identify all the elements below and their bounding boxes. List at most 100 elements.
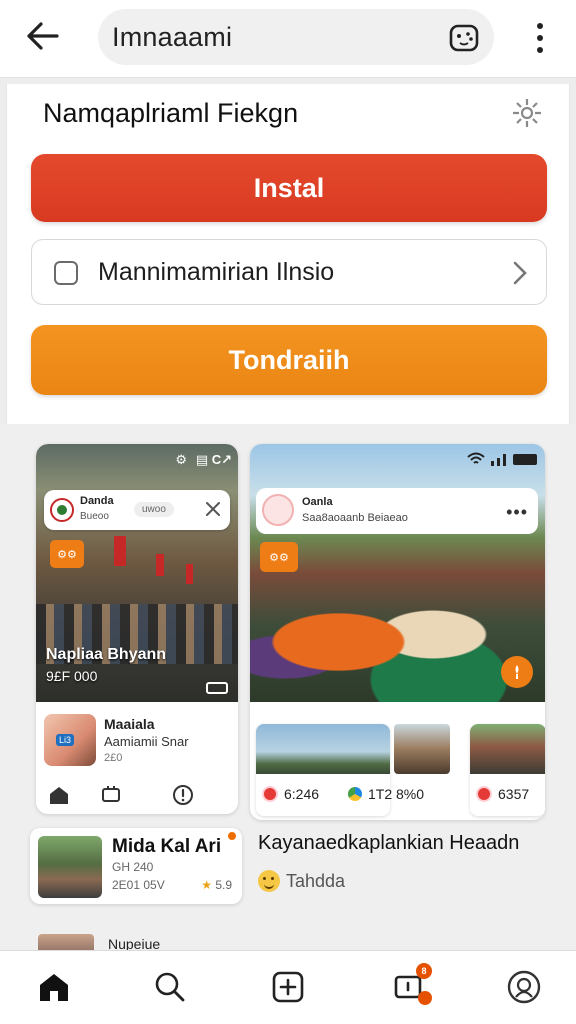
notification-dot — [418, 991, 432, 1005]
author-line: Aamiamii Snar — [104, 734, 189, 749]
post-more-icon[interactable]: ••• — [506, 502, 528, 523]
notification-badge: 8 — [416, 963, 432, 979]
thumb-stat: 6357 — [476, 786, 529, 802]
captions-icon[interactable] — [206, 682, 228, 694]
message-icon[interactable] — [100, 784, 122, 806]
more-vertical-icon — [537, 23, 543, 29]
notification-popup[interactable]: Danda Bueoo uwoo — [44, 490, 230, 530]
live-badge: ⚙⚙ — [50, 540, 84, 568]
suggested-rating: ★ 5.9 — [201, 878, 232, 892]
suggested-line1: GH 240 — [112, 860, 154, 874]
more-options-button[interactable] — [528, 18, 552, 58]
flag-shape — [156, 554, 164, 576]
related-thumb[interactable]: 6357 — [470, 724, 545, 816]
post-header[interactable]: Oanla Saa8aoaanb Beiaeao ••• — [256, 488, 538, 534]
nav-profile[interactable] — [506, 969, 542, 1005]
search-query: Imnaaami — [112, 22, 233, 52]
search-icon — [155, 972, 185, 1002]
rating-value: 5.9 — [215, 878, 232, 892]
settings-button[interactable] — [510, 96, 544, 130]
live-badge: ⚙⚙ — [260, 542, 298, 572]
option-row[interactable]: Mannimamirian Ilnsio — [31, 239, 547, 305]
reaction-label: Tahdda — [286, 870, 346, 891]
signal-icon — [491, 454, 506, 466]
option-checkbox[interactable] — [54, 261, 78, 285]
nav-home[interactable] — [36, 969, 72, 1005]
notification-subtitle: Bueoo — [80, 511, 109, 522]
chevron-right-icon — [513, 261, 527, 285]
related-thumbnails: 6:246 1T2 8%0 6357 — [256, 724, 545, 818]
smile-emoji-icon — [258, 870, 280, 892]
reaction-icon — [348, 787, 362, 801]
photo-subcaption: 9£F 000 — [46, 668, 98, 684]
mic-button[interactable] — [501, 656, 533, 688]
panel-title: Namqaplriaml Fiekgn — [43, 98, 299, 128]
related-thumb[interactable]: 1T2 8%0 — [342, 724, 462, 816]
flag-shape — [114, 536, 126, 566]
primary-action-button[interactable]: Tondraiih — [31, 325, 547, 395]
nav-notifications[interactable]: 8 — [392, 963, 432, 1005]
suggested-line2: 2E01 05V — [112, 878, 165, 892]
thumb-stat: 1T2 8%0 — [348, 786, 424, 802]
stat-value: 6357 — [498, 786, 530, 802]
close-icon[interactable] — [204, 500, 222, 518]
thumb-image — [394, 724, 450, 774]
gamepad-icon — [449, 24, 479, 52]
notification-title: Danda — [80, 495, 114, 507]
suggested-title: Mida Kal Ari — [112, 836, 222, 857]
photo-caption: Napliaa Bhyann — [46, 646, 167, 663]
suggested-thumbnail — [38, 836, 102, 898]
top-app-bar: Imnaaami — [0, 0, 576, 78]
content-feed: ⚙ ▤ C↗ Danda Bueoo uwoo ⚙⚙ Napliaa Bhyan… — [0, 424, 576, 950]
card-photo: ⚙ ▤ C↗ Danda Bueoo uwoo ⚙⚙ Napliaa Bhyan… — [36, 444, 238, 702]
avatar-label: Li3 — [56, 734, 75, 746]
feed-card-right[interactable]: Oanla Saa8aoaanb Beiaeao ••• ⚙⚙ 6:246 1T… — [250, 444, 545, 820]
author-name: Maaiala — [104, 716, 155, 732]
next-item-title: Nupeiue — [108, 936, 161, 950]
nav-search[interactable] — [152, 969, 188, 1005]
search-bar[interactable]: Imnaaami — [98, 9, 494, 65]
status-bar — [467, 452, 537, 466]
home-icon — [40, 974, 68, 1001]
like-icon — [476, 786, 492, 802]
post-caption: Kayanaedkaplankian Heaadn — [258, 832, 520, 854]
new-dot — [228, 832, 236, 840]
back-button[interactable] — [22, 16, 62, 56]
arrow-left-icon — [27, 22, 59, 50]
star-icon: ★ — [201, 878, 212, 892]
thumb-stat: 6:246 — [262, 786, 319, 802]
next-item-thumbnail — [38, 934, 94, 950]
card-photo: Oanla Saa8aoaanb Beiaeao ••• ⚙⚙ — [250, 444, 545, 702]
post-reaction[interactable]: Tahdda — [258, 870, 345, 892]
status-bar: ⚙ ▤ C↗ — [175, 452, 232, 467]
add-icon — [272, 971, 304, 1003]
gear-icon — [513, 99, 541, 127]
app-install-panel: Namqaplriaml Fiekgn Instal Mannimamirian… — [6, 84, 570, 424]
game-button[interactable] — [448, 22, 480, 54]
install-button[interactable]: Instal — [31, 154, 547, 222]
stat-value: 6:246 — [284, 786, 320, 802]
poster-avatar[interactable] — [262, 494, 294, 526]
poster-name: Oanla — [302, 496, 333, 508]
mic-icon — [515, 665, 519, 679]
flag-shape — [186, 564, 193, 584]
suggested-app-card[interactable]: Mida Kal Ari GH 240 2E01 05V ★ 5.9 — [30, 828, 242, 904]
people-shape — [250, 552, 545, 702]
like-icon — [262, 786, 278, 802]
battery-icon — [513, 453, 537, 465]
poster-subtitle: Saa8aoaanb Beiaeao — [302, 512, 408, 524]
option-label: Mannimamirian Ilnsio — [98, 258, 335, 286]
profile-icon — [507, 970, 541, 1004]
home-outline-icon[interactable] — [48, 784, 70, 806]
nav-add[interactable] — [270, 969, 306, 1005]
author-meta: 2£0 — [104, 752, 123, 764]
feed-card-left[interactable]: ⚙ ▤ C↗ Danda Bueoo uwoo ⚙⚙ Napliaa Bhyan… — [36, 444, 238, 814]
notification-chip: uwoo — [134, 502, 174, 517]
thumb-image — [470, 724, 545, 774]
bottom-navigation: 8 — [0, 950, 576, 1024]
app-logo-icon — [50, 498, 74, 522]
stat-value: 1T2 8%0 — [368, 786, 425, 802]
info-icon[interactable] — [172, 784, 194, 806]
wifi-icon — [467, 452, 485, 464]
author-avatar[interactable]: Li3 — [44, 714, 96, 766]
